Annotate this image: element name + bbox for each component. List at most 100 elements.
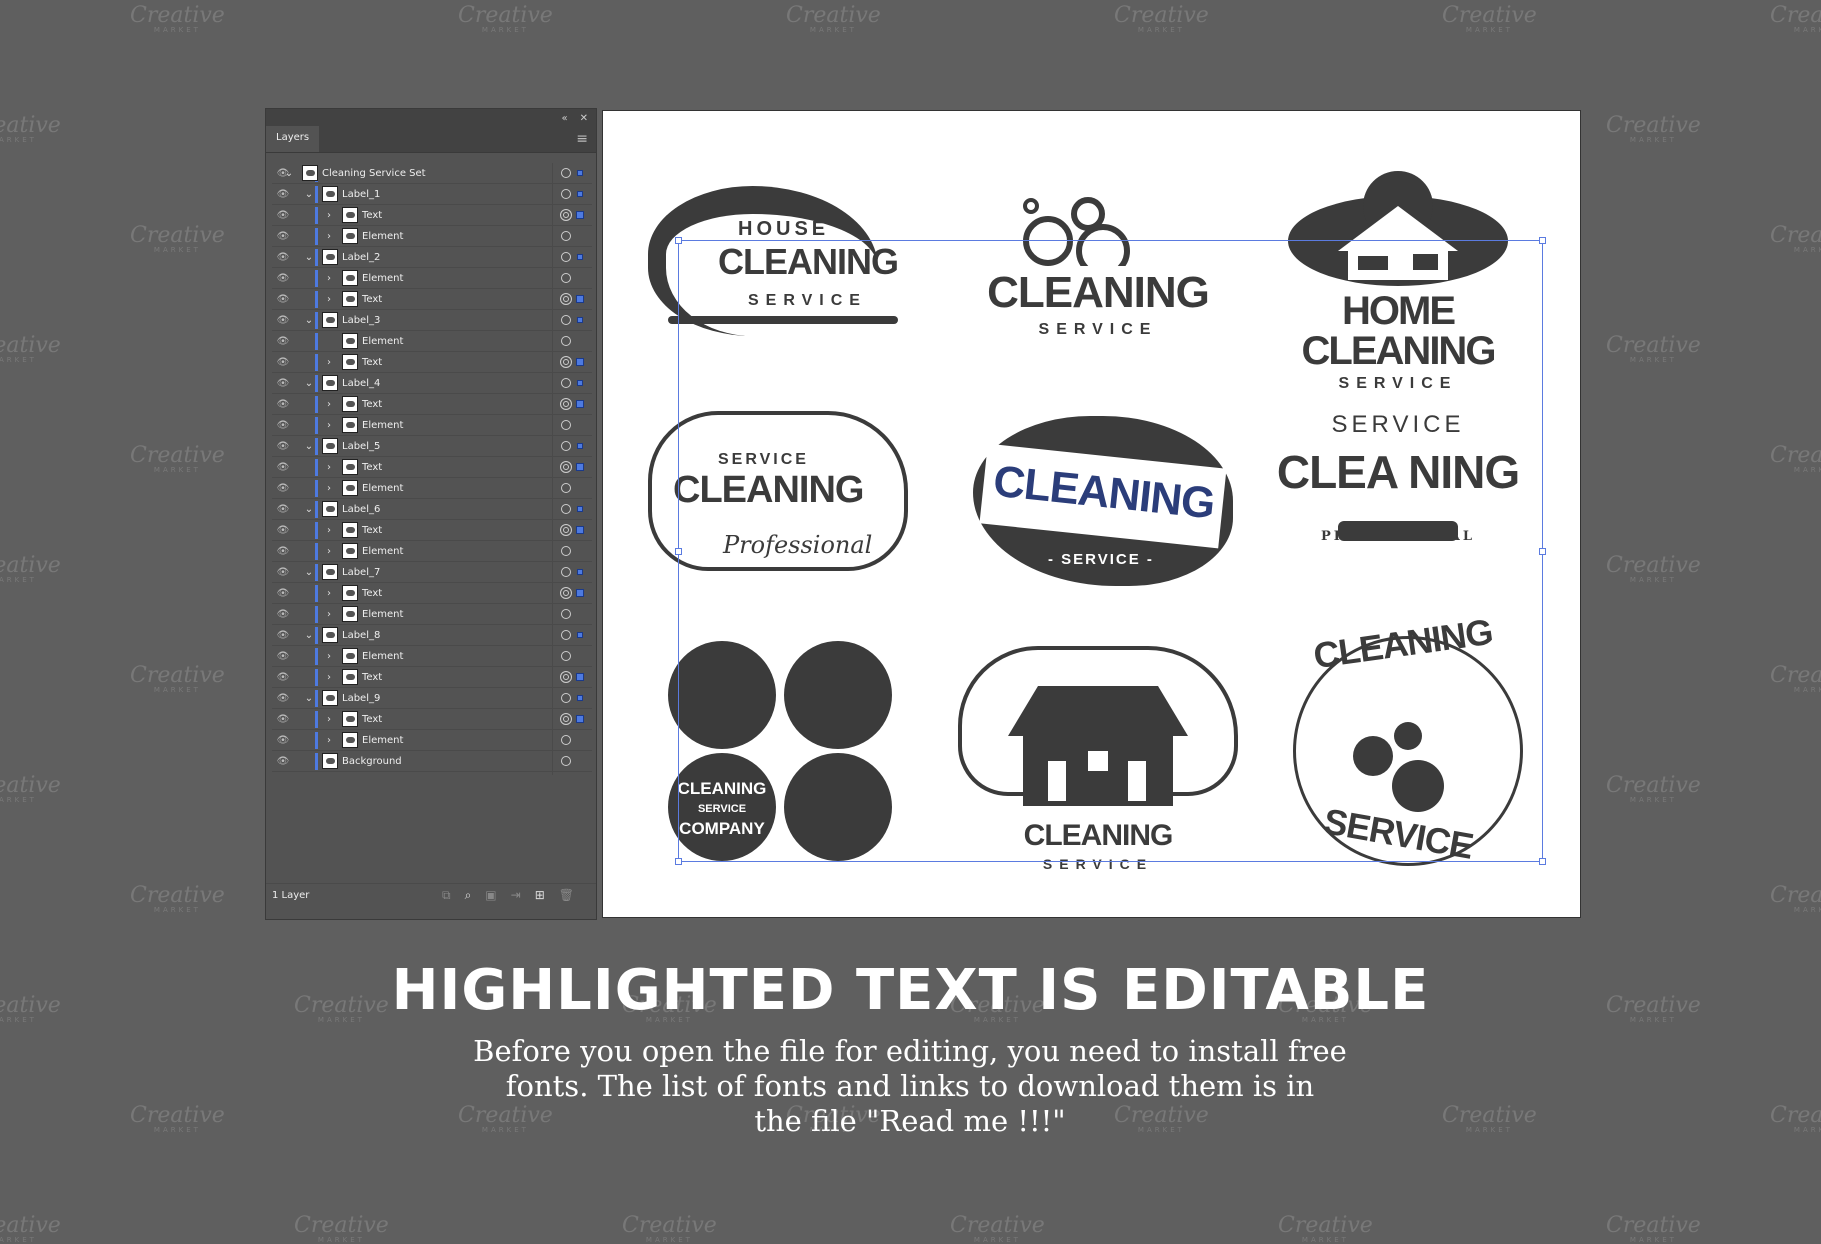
chevron-right-icon[interactable]: › [324,609,334,620]
chevron-right-icon[interactable]: › [324,231,334,242]
selection-square-icon[interactable] [576,211,584,219]
layer-row[interactable]: 👁 › Text [272,583,592,604]
selection-square-icon[interactable] [577,380,583,386]
layer-row[interactable]: 👁 › Element [272,604,592,625]
chevron-right-icon[interactable]: › [324,462,334,473]
visibility-eye-icon[interactable]: 👁 [272,315,294,326]
visibility-eye-icon[interactable]: 👁 [272,609,294,620]
selection-square-icon[interactable] [576,295,584,303]
logo-label-4[interactable]: SERVICE CLEANING Professional [648,401,948,621]
target-circle-icon[interactable] [561,378,571,388]
logo-label-2[interactable]: CLEANING SERVICE [948,166,1248,386]
target-circle-icon[interactable] [561,420,571,430]
selection-square-icon[interactable] [576,463,584,471]
chevron-down-icon[interactable]: ⌄ [304,315,314,326]
chevron-down-icon[interactable]: ⌄ [304,504,314,515]
layer-row[interactable]: 👁 › Text [272,709,592,730]
export-icon[interactable]: ⧉ [442,888,451,903]
layer-row[interactable]: 👁 ⌄ Label_3 [272,310,592,331]
trash-icon[interactable]: 🗑 [559,888,574,903]
target-circle-icon[interactable] [560,713,572,725]
target-circle-icon[interactable] [561,273,571,283]
selection-square-icon[interactable] [577,254,583,260]
layer-row[interactable]: 👁 ⌄ Label_2 [272,247,592,268]
target-circle-icon[interactable] [561,630,571,640]
visibility-eye-icon[interactable]: 👁 [272,462,294,473]
chevron-down-icon[interactable]: ⌄ [284,168,294,179]
visibility-eye-icon[interactable]: 👁 [272,672,294,683]
chevron-right-icon[interactable]: › [324,399,334,410]
chevron-down-icon[interactable]: ⌄ [304,378,314,389]
hamburger-icon[interactable]: ≡ [568,131,596,152]
selection-square-icon[interactable] [576,400,584,408]
layer-row[interactable]: 👁 › Element [272,541,592,562]
visibility-eye-icon[interactable]: 👁 [272,378,294,389]
target-circle-icon[interactable] [560,293,572,305]
layer-row[interactable]: 👁 › Element [272,268,592,289]
target-circle-icon[interactable] [560,671,572,683]
logo-label-7[interactable]: CLEANING SERVICE COMPANY [668,631,908,861]
logo-label-5[interactable]: CLEANING - SERVICE - [943,386,1243,606]
chevron-right-icon[interactable]: › [324,651,334,662]
selection-square-icon[interactable] [577,506,583,512]
chevron-right-icon[interactable]: › [324,273,334,284]
target-circle-icon[interactable] [561,189,571,199]
visibility-eye-icon[interactable]: 👁 [272,756,294,767]
chevron-right-icon[interactable]: › [324,735,334,746]
visibility-eye-icon[interactable]: 👁 [272,483,294,494]
tab-layers[interactable]: Layers [266,126,320,152]
selection-square-icon[interactable] [576,358,584,366]
layer-row[interactable]: 👁 › Text [272,205,592,226]
visibility-eye-icon[interactable]: 👁 [272,273,294,284]
visibility-eye-icon[interactable]: 👁 [272,252,294,263]
target-circle-icon[interactable] [560,587,572,599]
visibility-eye-icon[interactable]: 👁 [272,735,294,746]
visibility-eye-icon[interactable]: 👁 [272,336,294,347]
layer-row[interactable]: 👁 Element [272,331,592,352]
chevron-down-icon[interactable]: ⌄ [304,252,314,263]
selection-square-icon[interactable] [577,569,583,575]
resize-handle[interactable] [1539,858,1546,865]
double-chevron-left-icon[interactable]: « [561,113,567,124]
layer-row[interactable]: 👁 › Text [272,457,592,478]
layer-row[interactable]: 👁 ⌄ Label_8 [272,625,592,646]
selection-square-icon[interactable] [577,317,583,323]
layer-row[interactable]: 👁 › Element [272,478,592,499]
selection-square-icon[interactable] [577,443,583,449]
selection-square-icon[interactable] [577,170,583,176]
visibility-eye-icon[interactable]: 👁 [272,651,294,662]
layer-row[interactable]: 👁 › Text [272,667,592,688]
target-circle-icon[interactable] [561,693,571,703]
chevron-right-icon[interactable]: › [324,525,334,536]
target-circle-icon[interactable] [560,461,572,473]
selection-square-icon[interactable] [576,526,584,534]
visibility-eye-icon[interactable]: 👁 [272,693,294,704]
layer-row[interactable]: 👁 › Text [272,394,592,415]
layer-row[interactable]: 👁 ⌄ Label_9 [272,688,592,709]
target-circle-icon[interactable] [561,315,571,325]
chevron-right-icon[interactable]: › [324,294,334,305]
layer-row[interactable]: 👁 › Text [272,289,592,310]
layer-row[interactable]: 👁 › Element [272,415,592,436]
target-circle-icon[interactable] [560,524,572,536]
visibility-eye-icon[interactable]: 👁 [272,357,294,368]
layer-row[interactable]: 👁 Background [272,751,592,772]
target-circle-icon[interactable] [561,168,571,178]
layer-row[interactable]: 👁 ⌄ Label_6 [272,499,592,520]
chevron-right-icon[interactable]: › [324,420,334,431]
visibility-eye-icon[interactable]: 👁 [272,420,294,431]
chevron-right-icon[interactable]: › [324,483,334,494]
search-icon[interactable]: ⌕ [465,888,472,903]
target-circle-icon[interactable] [561,546,571,556]
resize-handle[interactable] [675,858,682,865]
target-circle-icon[interactable] [561,252,571,262]
selection-square-icon[interactable] [576,715,584,723]
visibility-eye-icon[interactable]: 👁 [272,525,294,536]
visibility-eye-icon[interactable]: 👁 [272,546,294,557]
selection-square-icon[interactable] [576,673,584,681]
target-circle-icon[interactable] [561,609,571,619]
layer-row[interactable]: 👁 › Element [272,730,592,751]
chevron-down-icon[interactable]: ⌄ [304,441,314,452]
visibility-eye-icon[interactable]: 👁 [272,294,294,305]
chevron-right-icon[interactable]: › [324,714,334,725]
